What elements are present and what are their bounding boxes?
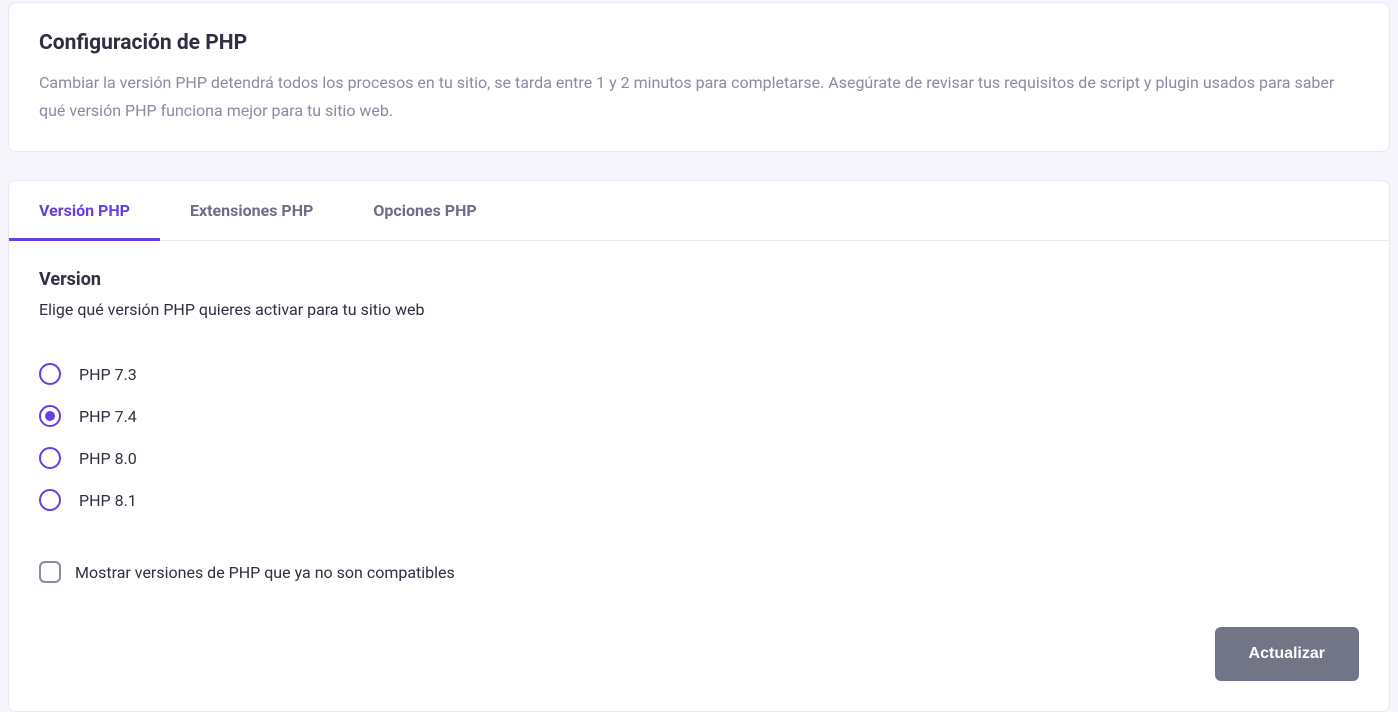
footer-actions: Actualizar xyxy=(39,627,1359,681)
radio-php-8-1[interactable]: PHP 8.1 xyxy=(39,489,1359,511)
php-config-main-card: Versión PHP Extensiones PHP Opciones PHP… xyxy=(8,180,1390,712)
tab-options-php[interactable]: Opciones PHP xyxy=(343,181,506,241)
radio-icon xyxy=(39,363,61,385)
page-title: Configuración de PHP xyxy=(39,31,1359,55)
tab-extensions-php[interactable]: Extensiones PHP xyxy=(160,181,343,241)
radio-icon xyxy=(39,447,61,469)
update-button[interactable]: Actualizar xyxy=(1215,627,1359,681)
checkbox-label: Mostrar versiones de PHP que ya no son c… xyxy=(75,563,455,582)
radio-icon xyxy=(39,405,61,427)
show-unsupported-checkbox[interactable]: Mostrar versiones de PHP que ya no son c… xyxy=(39,561,1359,583)
php-version-radio-group: PHP 7.3 PHP 7.4 PHP 8.0 PHP 8.1 xyxy=(39,363,1359,511)
radio-php-7-3[interactable]: PHP 7.3 xyxy=(39,363,1359,385)
page-description: Cambiar la versión PHP detendrá todos lo… xyxy=(39,69,1359,125)
radio-label: PHP 7.3 xyxy=(79,365,137,384)
version-section: Version Elige qué versión PHP quieres ac… xyxy=(9,241,1389,711)
radio-php-7-4[interactable]: PHP 7.4 xyxy=(39,405,1359,427)
section-title: Version xyxy=(39,269,1359,290)
radio-label: PHP 8.1 xyxy=(79,491,137,510)
section-subtitle: Elige qué versión PHP quieres activar pa… xyxy=(39,300,1359,319)
radio-php-8-0[interactable]: PHP 8.0 xyxy=(39,447,1359,469)
radio-label: PHP 8.0 xyxy=(79,449,137,468)
php-config-header-card: Configuración de PHP Cambiar la versión … xyxy=(8,2,1390,152)
radio-label: PHP 7.4 xyxy=(79,407,137,426)
radio-icon xyxy=(39,489,61,511)
tabs: Versión PHP Extensiones PHP Opciones PHP xyxy=(9,181,1389,241)
tab-version-php[interactable]: Versión PHP xyxy=(9,181,160,241)
checkbox-icon xyxy=(39,561,61,583)
